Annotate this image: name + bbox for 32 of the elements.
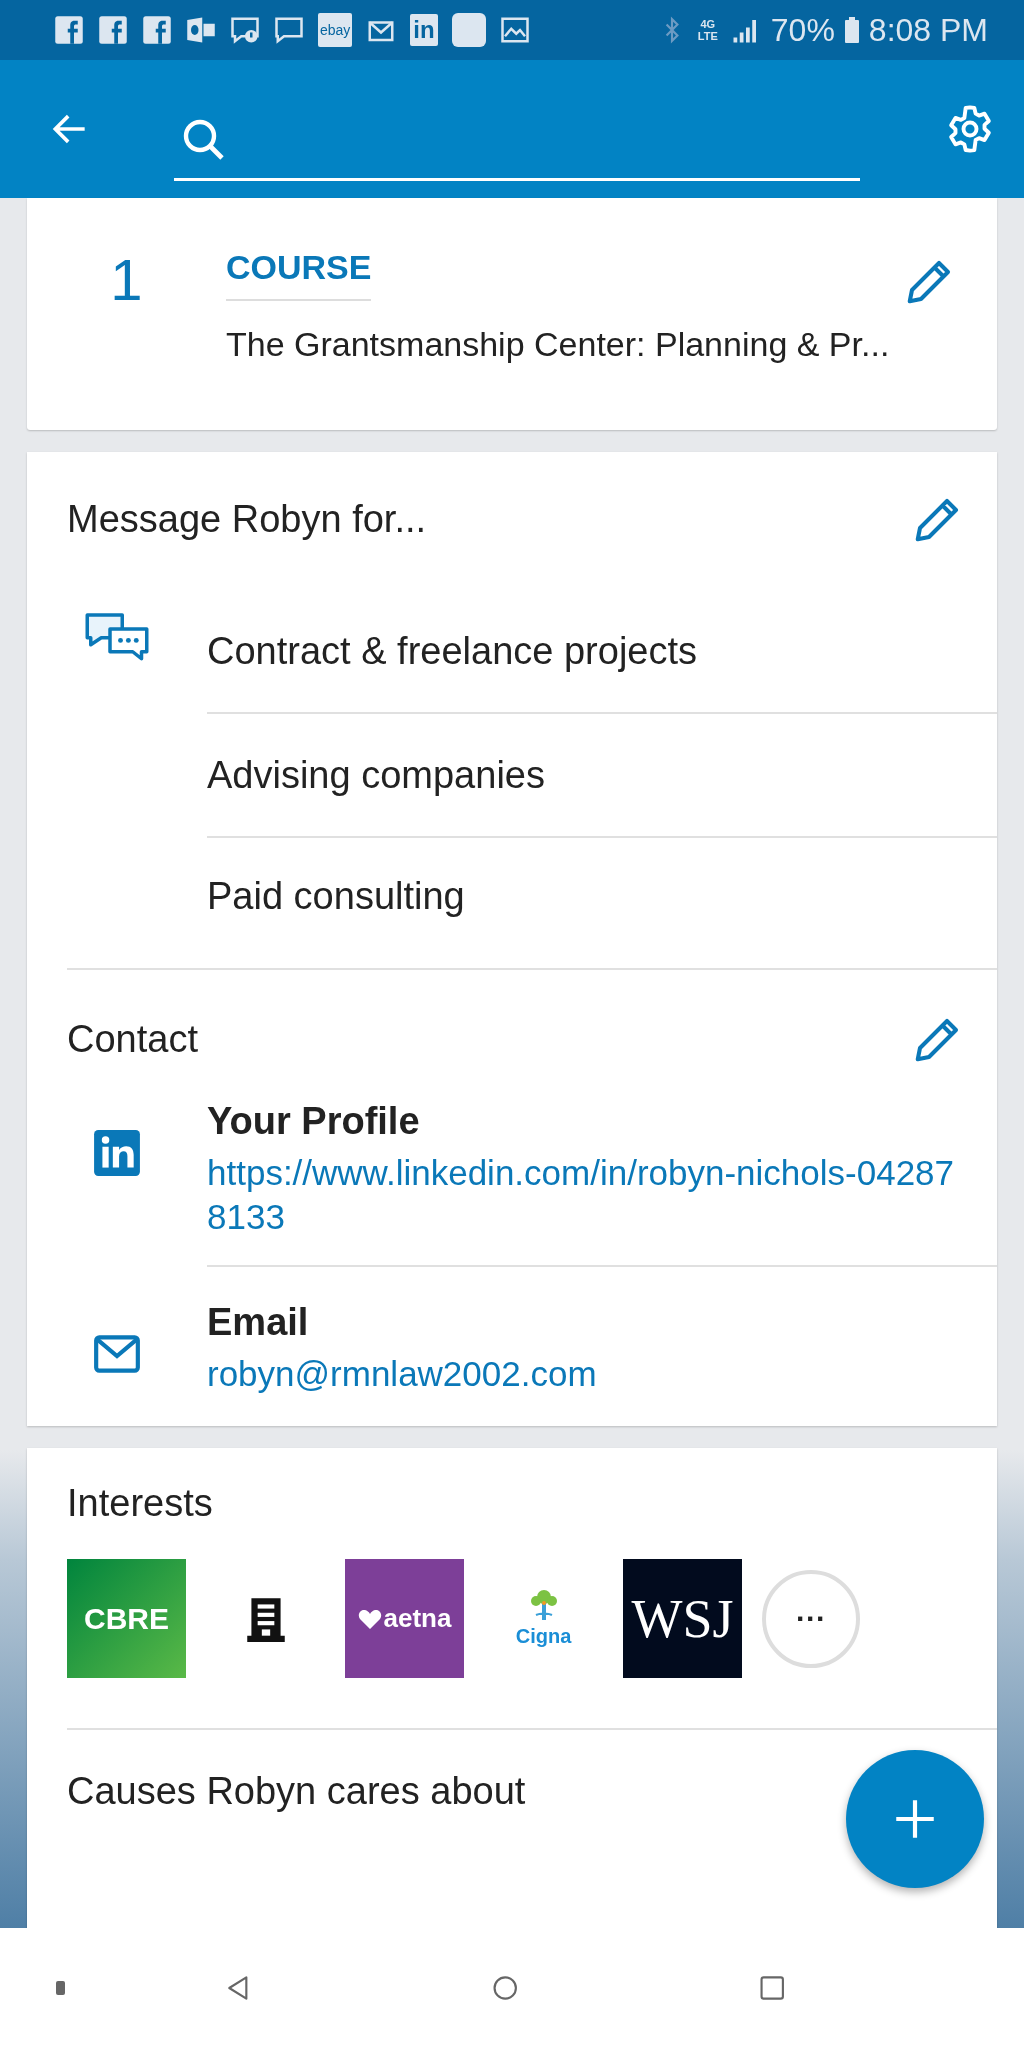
opportunity-item: Paid consulting: [207, 874, 466, 919]
company-logo[interactable]: aetna: [345, 1559, 464, 1678]
section-title: Contact: [67, 1017, 198, 1061]
facebook-icon: [98, 15, 128, 45]
battery-percent: 70%: [770, 11, 835, 49]
company-logo[interactable]: CBRE: [67, 1559, 186, 1678]
opportunity-item: Contract & freelance projects: [207, 590, 997, 714]
opportunity-item: Advising companies: [207, 714, 997, 838]
linkedin-icon: in: [410, 14, 438, 46]
message-alert-icon: [230, 15, 260, 45]
linkedin-icon: [92, 1128, 142, 1178]
network-type: 4G LTE: [696, 18, 719, 42]
message-icon: [274, 15, 304, 45]
clock: 8:08 PM: [868, 11, 988, 49]
course-heading: COURSE: [226, 248, 372, 301]
contact-link[interactable]: https://www.linkedin.com/in/robyn-nichols-042878133: [207, 1151, 957, 1239]
contact-label: Your Profile: [207, 1100, 421, 1143]
more-button[interactable]: ···: [762, 1569, 860, 1668]
facebook-icon: [54, 15, 84, 45]
course-count: 1: [109, 248, 144, 314]
facebook-icon: [142, 15, 172, 45]
company-logo[interactable]: WSJ: [623, 1559, 742, 1678]
image-icon: [499, 15, 530, 45]
app-icon: [451, 13, 486, 47]
battery-icon: [844, 16, 859, 44]
section-title: Interests: [67, 1482, 214, 1525]
course-title: The Grantsmanship Center: Planning & Pr...: [226, 325, 891, 364]
section-title: Message Robyn for...: [67, 497, 427, 541]
ebay-icon: ebay: [318, 13, 353, 47]
contact-label: Email: [207, 1301, 310, 1344]
contact-link[interactable]: robyn@rmnlaw2002.com: [207, 1352, 957, 1396]
section-title: Causes Robyn cares about: [67, 1770, 527, 1813]
